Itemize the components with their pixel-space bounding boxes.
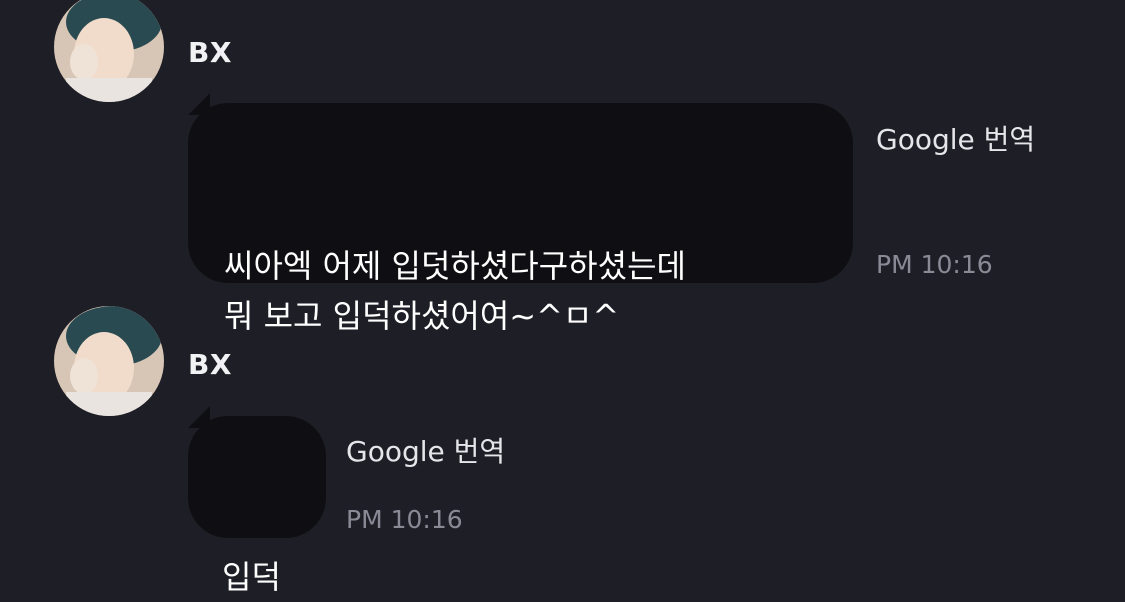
avatar-image — [54, 306, 164, 416]
sender-name: BX — [188, 348, 232, 381]
avatar[interactable] — [54, 306, 164, 416]
bubble-tail — [188, 93, 210, 115]
message-text: 입덕 — [222, 558, 281, 596]
sender-name: BX — [188, 36, 232, 69]
google-translate-link[interactable]: Google 번역 — [876, 118, 1035, 158]
google-translate-link[interactable]: Google 번역 — [346, 430, 505, 470]
message-timestamp: PM 10:16 — [876, 250, 993, 279]
message-bubble[interactable]: 입덕 — [188, 406, 326, 596]
message-bubble[interactable]: 씨아엑 어제 입덧하셨다구하셨는데 뭐 보고 입덕하셨어여~^ㅁ^ — [188, 93, 853, 335]
bubble-tail — [188, 406, 210, 428]
message-timestamp: PM 10:16 — [346, 505, 463, 534]
message-text: 씨아엑 어제 입덧하셨다구하셨는데 뭐 보고 입덕하셨어여~^ㅁ^ — [224, 247, 686, 335]
avatar[interactable] — [54, 0, 164, 102]
avatar-image — [54, 0, 164, 102]
